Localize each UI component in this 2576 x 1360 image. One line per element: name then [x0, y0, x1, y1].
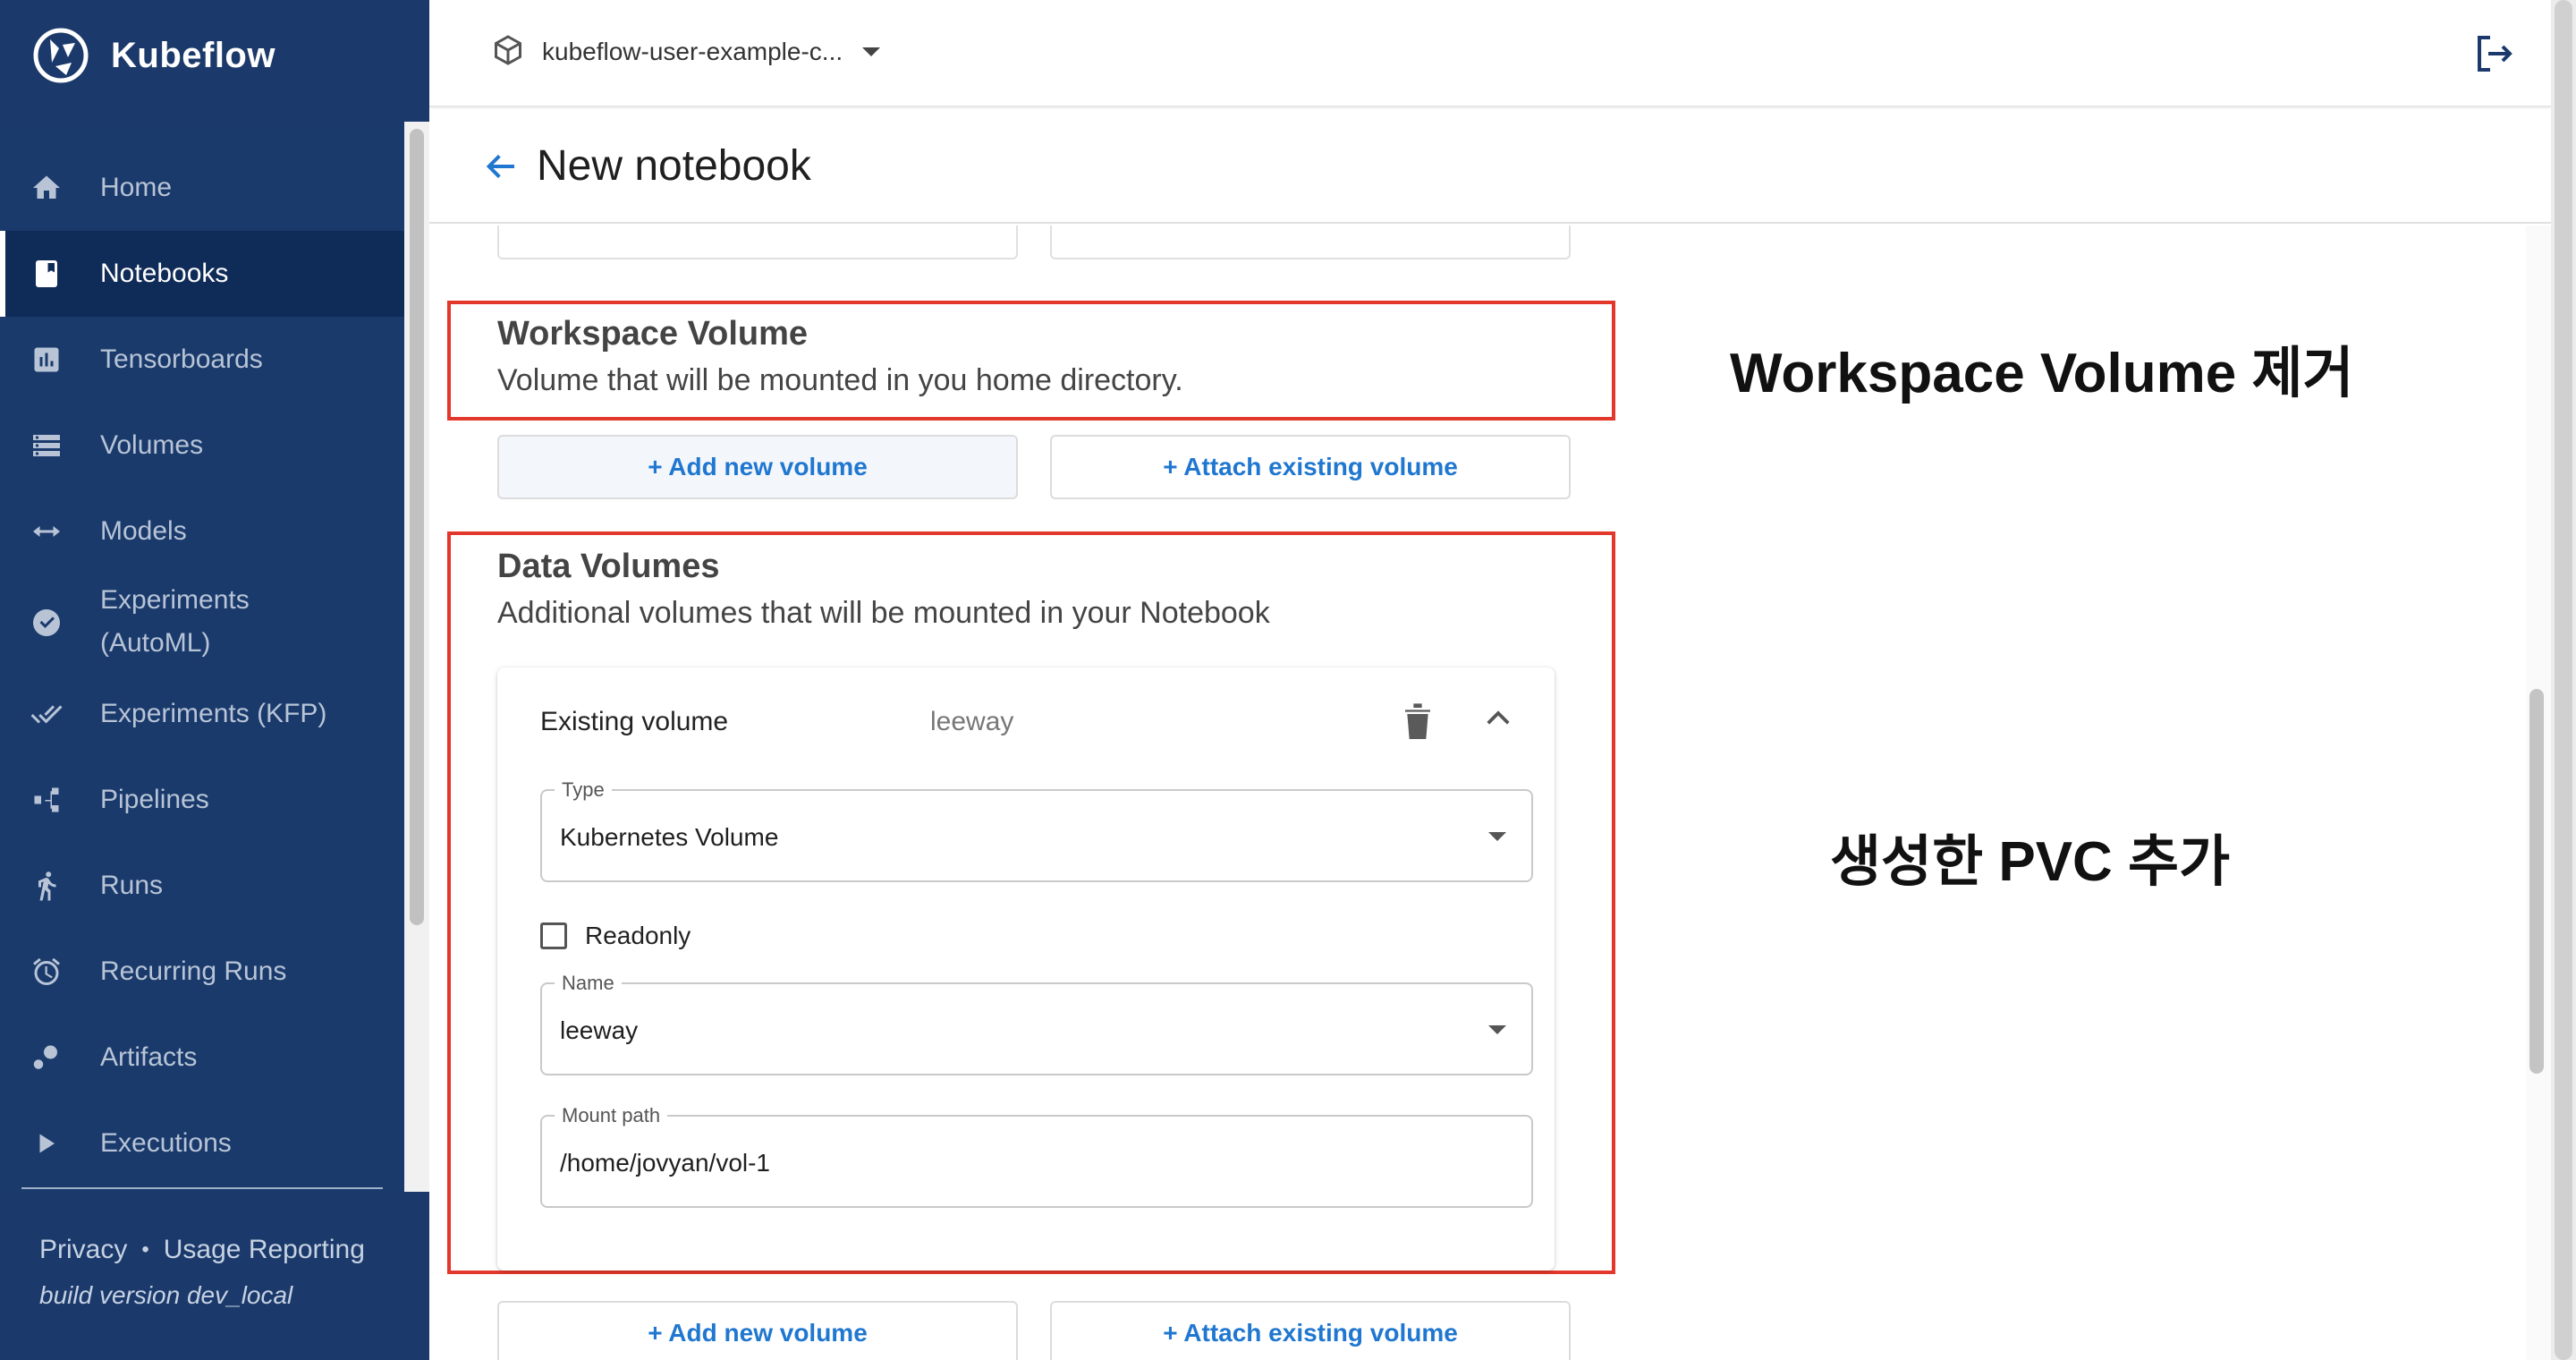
build-version: build version dev_local — [39, 1281, 293, 1309]
readonly-checkbox[interactable] — [540, 922, 567, 949]
mount-path-value: /home/jovyan/vol-1 — [560, 1149, 771, 1177]
separator-dot: • — [141, 1237, 149, 1262]
sidebar-item-runs[interactable]: Runs — [0, 843, 404, 929]
delete-trash-icon[interactable] — [1402, 701, 1433, 739]
chevron-down-icon — [862, 47, 881, 56]
sidebar-item-home[interactable]: Home — [0, 145, 404, 231]
type-select[interactable]: Type Kubernetes Volume — [540, 778, 1533, 882]
sidebar-item-label: Pipelines — [100, 785, 209, 814]
workspace-volume-title: Workspace Volume — [497, 315, 809, 353]
data-volumes-title: Data Volumes — [497, 548, 720, 585]
sidebar-nav: Home Notebooks Tensorboards Volumes Mode… — [0, 122, 404, 1192]
pvc-annotation: 생성한 PVC 추가 — [1830, 831, 2231, 893]
sidebar-item-recurring-runs[interactable]: Recurring Runs — [0, 929, 404, 1015]
sidebar-item-label: Runs — [100, 871, 164, 900]
mount-path-label: Mount path — [555, 1104, 668, 1127]
notebook-icon — [29, 256, 64, 292]
existing-volume-card: Existing volume leeway Type Kubernetes V… — [497, 667, 1555, 1271]
previous-field-right[interactable] — [1050, 225, 1571, 259]
type-select-label: Type — [555, 778, 612, 802]
window-scrollbar-thumb[interactable] — [2555, 0, 2572, 1360]
sidebar-divider — [21, 1187, 383, 1189]
workspace-volume-subtitle: Volume that will be mounted in you home … — [497, 363, 1183, 397]
sidebar-item-label: Volumes — [100, 430, 204, 460]
tensorboard-icon — [29, 342, 64, 378]
sidebar-item-experiments-automl[interactable]: Experiments (AutoML) — [0, 574, 404, 671]
previous-field-left[interactable] — [497, 225, 1018, 259]
sidebar-item-label: Recurring Runs — [100, 956, 287, 986]
home-icon — [29, 170, 64, 206]
main-scrollbar-thumb[interactable] — [2529, 689, 2544, 1074]
sidebar-item-label: Models — [100, 516, 187, 546]
chevron-down-icon — [1488, 832, 1506, 841]
readonly-label: Readonly — [585, 922, 691, 949]
page-title: New notebook — [537, 142, 811, 190]
sidebar-item-executions[interactable]: Executions — [0, 1101, 404, 1186]
mount-path-input[interactable]: Mount path /home/jovyan/vol-1 — [540, 1104, 1533, 1208]
pipelines-icon — [29, 782, 64, 818]
runs-icon — [29, 868, 64, 904]
name-select-label: Name — [555, 972, 622, 995]
sidebar-item-experiments-kfp[interactable]: Experiments (KFP) — [0, 671, 404, 757]
sidebar-item-tensorboards[interactable]: Tensorboards — [0, 317, 404, 403]
namespace-name: kubeflow-user-example-c... — [542, 38, 843, 65]
recurring-runs-icon — [29, 954, 64, 990]
models-icon — [29, 514, 64, 549]
form-content: Workspace Volume Volume that will be mou… — [429, 225, 2551, 1360]
sidebar-scrollbar-thumb[interactable] — [410, 129, 424, 925]
data-attach-existing-volume-button[interactable]: + Attach existing volume — [1050, 1301, 1571, 1360]
sidebar-item-label-line2: (AutoML) — [100, 628, 211, 658]
top-bar: kubeflow-user-example-c... — [429, 0, 2551, 107]
kubeflow-logo-icon — [33, 28, 89, 83]
readonly-checkbox-row[interactable]: Readonly — [540, 922, 691, 950]
workspace-attach-existing-volume-button[interactable]: + Attach existing volume — [1050, 435, 1571, 499]
namespace-selector[interactable]: kubeflow-user-example-c... — [492, 25, 881, 79]
kfp-experiments-icon — [29, 696, 64, 732]
artifacts-icon — [29, 1040, 64, 1075]
brand-name: Kubeflow — [111, 35, 275, 75]
brand[interactable]: Kubeflow — [32, 25, 275, 86]
name-select[interactable]: Name leeway — [540, 972, 1533, 1075]
volume-kind-label: Existing volume — [540, 707, 729, 736]
back-arrow-icon[interactable] — [481, 149, 521, 184]
volumes-icon — [29, 428, 64, 463]
automl-icon — [29, 605, 64, 641]
sidebar-item-label: Executions — [100, 1128, 232, 1158]
logout-icon[interactable] — [2472, 32, 2515, 75]
workspace-annotation: Workspace Volume 제거 — [1730, 343, 2354, 404]
app-root: Kubeflow Home Notebooks Tensorboards Vol… — [0, 0, 2576, 1360]
sidebar-item-label: Experiments — [100, 585, 250, 615]
page-header: New notebook — [429, 109, 2551, 224]
chevron-up-icon[interactable] — [1485, 709, 1512, 727]
sidebar-item-models[interactable]: Models — [0, 489, 404, 574]
sidebar-footer-links: Privacy • Usage Reporting — [39, 1235, 365, 1265]
sidebar-item-notebooks[interactable]: Notebooks — [0, 231, 404, 317]
namespace-cube-icon — [492, 34, 524, 71]
data-volumes-subtitle: Additional volumes that will be mounted … — [497, 596, 1270, 630]
sidebar-item-pipelines[interactable]: Pipelines — [0, 757, 404, 843]
type-select-value: Kubernetes Volume — [560, 823, 779, 851]
sidebar-item-label: Experiments (KFP) — [100, 699, 327, 728]
sidebar-item-label: Artifacts — [100, 1042, 198, 1072]
sidebar-item-label: Home — [100, 173, 173, 202]
sidebar-item-label: Notebooks — [100, 259, 229, 288]
name-select-value: leeway — [560, 1016, 639, 1044]
sidebar: Kubeflow Home Notebooks Tensorboards Vol… — [0, 0, 429, 1360]
privacy-link[interactable]: Privacy — [39, 1235, 127, 1265]
volume-name-summary: leeway — [930, 707, 1014, 736]
sidebar-item-volumes[interactable]: Volumes — [0, 403, 404, 489]
workspace-add-new-volume-button[interactable]: + Add new volume — [497, 435, 1018, 499]
executions-icon — [29, 1126, 64, 1161]
sidebar-item-artifacts[interactable]: Artifacts — [0, 1015, 404, 1101]
usage-reporting-link[interactable]: Usage Reporting — [164, 1235, 365, 1265]
chevron-down-icon — [1488, 1025, 1506, 1034]
sidebar-item-label: Tensorboards — [100, 344, 263, 374]
data-add-new-volume-button[interactable]: + Add new volume — [497, 1301, 1018, 1360]
